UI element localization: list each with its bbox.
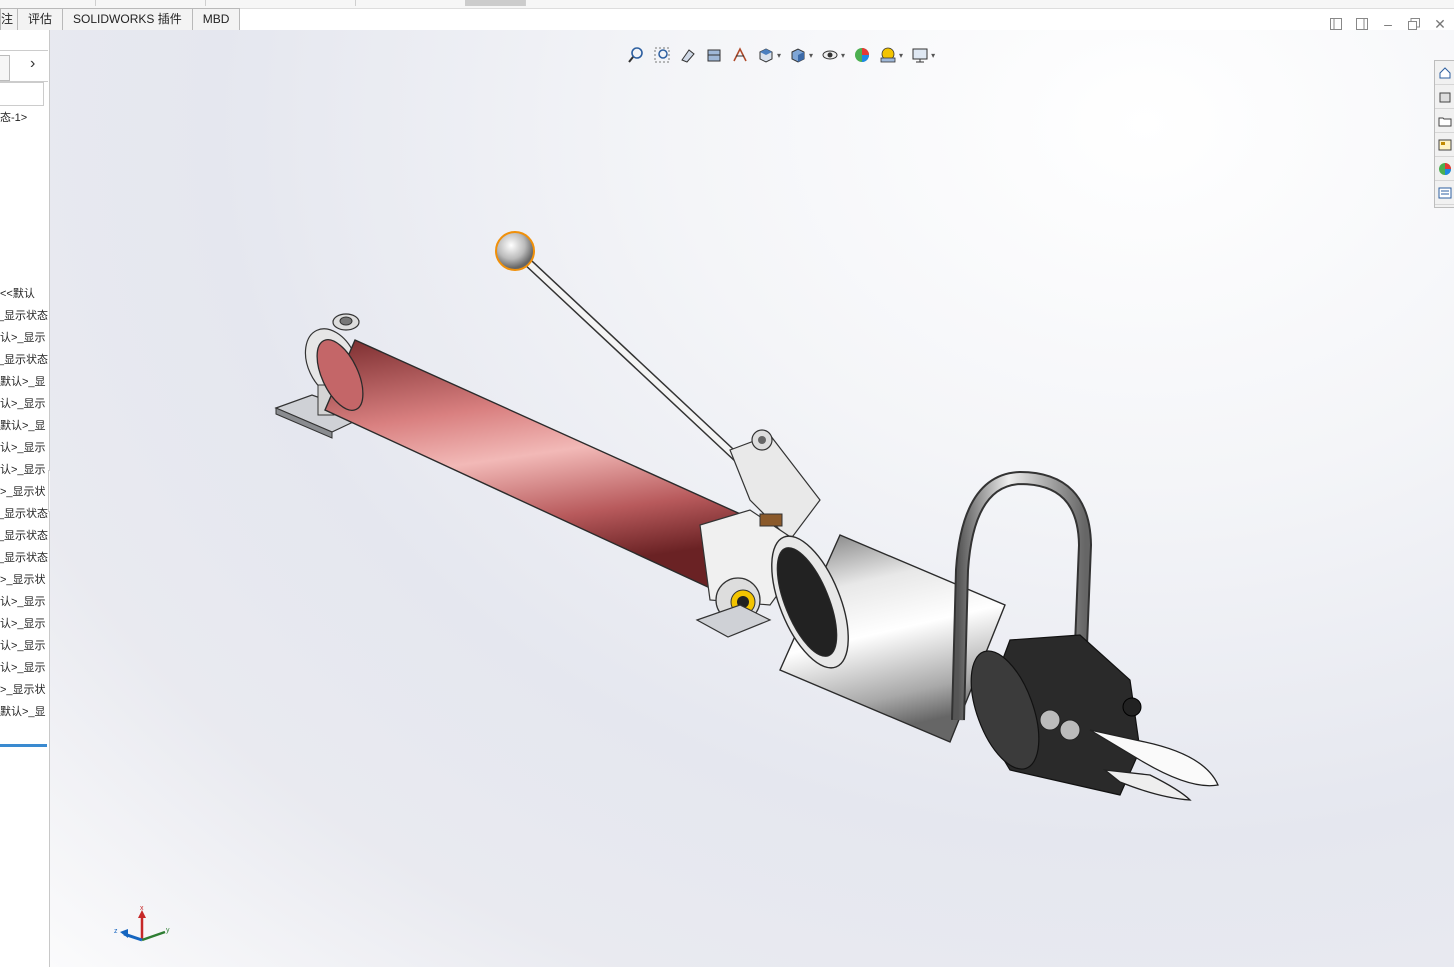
file-explorer-icon[interactable] — [1435, 109, 1454, 133]
section-view-icon[interactable] — [703, 44, 725, 66]
tree-item[interactable]: _显示状态 — [0, 526, 48, 546]
tree-item[interactable]: 默认>_显 — [0, 416, 48, 436]
chevron-down-icon[interactable]: ▾ — [809, 51, 813, 60]
tree-item[interactable]: <<默认 — [0, 284, 48, 304]
tab-mbd[interactable]: MBD — [191, 8, 241, 30]
tree-item[interactable]: 默认>_显 — [0, 372, 48, 392]
tree-item[interactable]: >_显示状 — [0, 482, 48, 502]
triad-y-label: y — [166, 927, 170, 934]
configuration-label[interactable]: 态-1> — [0, 108, 48, 128]
chevron-down-icon[interactable]: ▾ — [777, 51, 781, 60]
dynamic-annotation-icon[interactable] — [729, 44, 751, 66]
tree-item[interactable]: 认>_显示 — [0, 614, 48, 634]
tree-item[interactable]: 认>_显示 — [0, 394, 48, 414]
zoom-to-area-icon[interactable] — [651, 44, 673, 66]
tree-filter-input[interactable] — [0, 82, 44, 106]
tree-divider — [0, 744, 47, 747]
chevron-down-icon[interactable]: ▾ — [841, 51, 845, 60]
panel-tab[interactable] — [0, 55, 10, 81]
restore-icon[interactable] — [1404, 14, 1424, 34]
panel-tab-header: › — [0, 50, 48, 82]
display-style-icon[interactable] — [787, 44, 809, 66]
minimize-icon[interactable]: – — [1378, 14, 1398, 34]
command-manager-tabs: 注 评估 SOLIDWORKS 插件 MBD — [0, 8, 241, 30]
tree-item[interactable]: 认>_显示 — [0, 328, 48, 348]
tree-item[interactable]: 认>_显示 — [0, 438, 48, 458]
previous-view-icon[interactable] — [677, 44, 699, 66]
graphics-area[interactable]: ▾ ▾ ▾ ▾ ▾ x y z — [50, 30, 1454, 967]
close-icon[interactable]: ✕ — [1430, 14, 1450, 34]
task-pane — [1434, 60, 1454, 208]
chevron-down-icon[interactable]: ▾ — [899, 51, 903, 60]
view-palette-icon[interactable] — [1435, 133, 1454, 157]
tile-right-icon[interactable] — [1352, 14, 1372, 34]
tree-item[interactable]: 认>_显示 — [0, 636, 48, 656]
window-controls: – ✕ — [1326, 14, 1450, 34]
tree-item[interactable]: 认>_显示 — [0, 658, 48, 678]
apply-scene-icon[interactable] — [877, 44, 899, 66]
tree-item[interactable]: >_显示状 — [0, 570, 48, 590]
tree-item[interactable]: 认>_显示 — [0, 592, 48, 612]
tree-item[interactable]: 默认>_显 — [0, 702, 48, 722]
home-icon[interactable] — [1435, 61, 1454, 85]
edit-appearance-icon[interactable] — [851, 44, 873, 66]
tab-evaluate[interactable]: 评估 — [17, 8, 64, 30]
chevron-down-icon[interactable]: ▾ — [931, 51, 935, 60]
tree-item[interactable]: _显示状态 — [0, 306, 48, 326]
tree-item[interactable]: _显示状态 — [0, 350, 48, 370]
hydraulic-cutter-model — [274, 231, 1219, 801]
view-orientation-icon[interactable] — [755, 44, 777, 66]
design-library-icon[interactable] — [1435, 85, 1454, 109]
tree-item[interactable]: >_显示状 — [0, 680, 48, 700]
chevron-right-icon[interactable]: › — [30, 55, 35, 73]
tree-item[interactable]: 认>_显示 — [0, 460, 48, 480]
view-settings-icon[interactable] — [909, 44, 931, 66]
zoom-to-fit-icon[interactable] — [625, 44, 647, 66]
tree-item[interactable]: _显示状态 — [0, 548, 48, 568]
hide-show-items-icon[interactable] — [819, 44, 841, 66]
custom-properties-icon[interactable] — [1435, 181, 1454, 205]
feature-manager-panel: › 态-1> <<默认 _显示状态 认>_显示 _显示状态 默认>_显 认>_显… — [0, 30, 58, 967]
appearances-icon[interactable] — [1435, 157, 1454, 181]
triad-x-label: x — [140, 905, 144, 912]
triad-z-label: z — [114, 928, 118, 935]
tab-annotation[interactable]: 注 — [0, 8, 19, 30]
heads-up-view-toolbar: ▾ ▾ ▾ ▾ ▾ — [625, 42, 937, 68]
tile-left-icon[interactable] — [1326, 14, 1346, 34]
reference-triad: x y z — [114, 905, 170, 942]
tree-item[interactable]: _显示状态 — [0, 504, 48, 524]
tab-solidworks-addins[interactable]: SOLIDWORKS 插件 — [62, 8, 193, 30]
